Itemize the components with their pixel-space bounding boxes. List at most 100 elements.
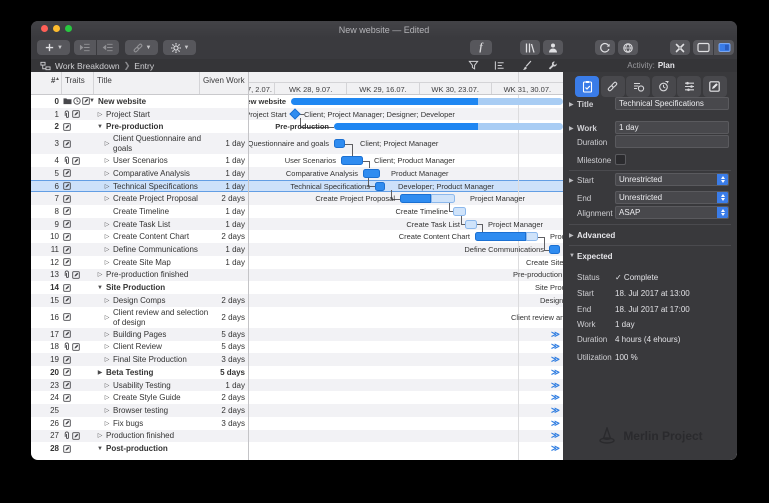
add-activity-button[interactable]: ▼ [37, 40, 70, 55]
task-title[interactable]: Browser testing [113, 404, 168, 417]
table-row[interactable]: 15▷Design Comps2 daysDesign Comps [31, 294, 563, 307]
gantt-row[interactable]: ≫ [248, 404, 563, 417]
gantt-row[interactable]: Client review and selection of design [248, 307, 563, 328]
task-title[interactable]: Design Comps [113, 294, 165, 307]
task-title[interactable]: Pre-production [106, 120, 163, 133]
style-brush-icon[interactable] [521, 60, 532, 71]
disclosure-icon[interactable]: ▶ [569, 232, 574, 239]
duration-input[interactable] [615, 135, 729, 148]
disclosure-icon[interactable]: ▶ [569, 125, 574, 132]
tab-info[interactable] [575, 76, 599, 97]
gantt-row[interactable]: Pre-production [248, 120, 563, 133]
table-row[interactable]: 14▼Site ProductionSite Production [31, 281, 563, 294]
task-title[interactable]: Fix bugs [113, 417, 143, 430]
task-bar-progress[interactable] [341, 156, 363, 165]
breadcrumb-root[interactable]: Work Breakdown [55, 61, 120, 71]
milestone-diamond[interactable] [289, 108, 300, 119]
offscreen-bar-indicator[interactable]: ≫ [551, 391, 559, 404]
table-row[interactable]: 5▷Comparative Analysis1 dayComparative A… [31, 167, 563, 180]
disclosure-triangle[interactable]: ▷ [103, 404, 111, 417]
task-title[interactable]: Production finished [106, 430, 174, 443]
publish-button[interactable] [618, 40, 638, 55]
disclosure-icon[interactable]: ▶ [569, 177, 574, 184]
table-row[interactable]: 25▷Browser testing2 days≫ [31, 404, 563, 417]
task-title[interactable]: Create Content Chart [113, 231, 189, 244]
wrench-icon[interactable] [547, 60, 558, 71]
disclosure-triangle[interactable]: ▷ [103, 294, 111, 307]
table-row[interactable]: 10▷Create Content Chart2 daysCreate Cont… [31, 231, 563, 244]
disclosure-triangle[interactable]: ▼ [96, 281, 104, 294]
disclosure-triangle[interactable]: ▷ [96, 430, 104, 443]
disclosure-triangle[interactable]: ▷ [103, 180, 111, 193]
task-title[interactable]: Beta Testing [106, 366, 153, 379]
offscreen-bar-indicator[interactable]: ≫ [551, 430, 559, 443]
disclosure-triangle[interactable]: ▼ [96, 442, 104, 455]
gantt-row[interactable]: Design Comps [248, 294, 563, 307]
disclosure-triangle[interactable]: ▷ [103, 379, 111, 392]
filter-icon[interactable] [468, 60, 479, 71]
settings-gear-button[interactable]: ▼ [163, 40, 196, 55]
gantt-row[interactable]: Site Production [248, 281, 563, 294]
task-title[interactable]: Create Task List [113, 218, 170, 231]
library-button[interactable] [520, 40, 540, 55]
task-bar-progress[interactable] [400, 194, 431, 203]
gantt-row[interactable]: ≫ [248, 430, 563, 443]
gantt-row[interactable]: Client Questionnaire and goalsClient; Pr… [248, 133, 563, 154]
task-title[interactable]: Create Style Guide [113, 391, 181, 404]
tab-settings[interactable] [677, 76, 701, 97]
disclosure-triangle[interactable]: ▷ [103, 328, 111, 341]
table-row[interactable]: 27▷Production finished≫ [31, 430, 563, 443]
table-row[interactable]: 9▷Create Task List1 dayCreate Task ListP… [31, 218, 563, 231]
gantt-row[interactable]: ≫ [248, 379, 563, 392]
gantt-row[interactable]: Define Communications [248, 243, 563, 256]
table-row[interactable]: 16▷Client review and selection of design… [31, 307, 563, 328]
task-bar-remaining[interactable] [431, 194, 455, 203]
section-expected[interactable]: ▼ Expected [563, 249, 737, 263]
disclosure-triangle[interactable]: ▷ [103, 154, 111, 167]
table-row[interactable]: 1▷Project StartProject StartClient; Proj… [31, 108, 563, 121]
disclosure-triangle[interactable]: ▷ [103, 307, 111, 328]
summary-bar-progress[interactable] [334, 123, 478, 130]
gantt-row[interactable]: ≫ [248, 442, 563, 455]
gantt-row[interactable]: ≫ [248, 341, 563, 354]
table-row[interactable]: 19▷Final Site Production3 days≫ [31, 353, 563, 366]
work-input[interactable]: 1 day [615, 121, 729, 134]
table-row[interactable]: 4▷User Scenarios1 dayUser ScenariosClien… [31, 154, 563, 167]
gantt-row[interactable]: Create Timeline [248, 205, 563, 218]
task-bar-remaining[interactable] [526, 232, 538, 241]
gantt-row[interactable]: Create Site Map [248, 256, 563, 269]
disclosure-triangle[interactable]: ▼ [96, 120, 104, 133]
task-title[interactable]: Building Pages [113, 328, 166, 341]
disclosure-triangle[interactable]: ▷ [103, 218, 111, 231]
task-title[interactable]: Create Timeline [113, 205, 169, 218]
disclosure-triangle[interactable]: ▷ [103, 353, 111, 366]
gantt-row[interactable]: Technical SpecificationsDeveloper; Produ… [248, 180, 563, 193]
offscreen-bar-indicator[interactable]: ≫ [551, 328, 559, 341]
task-title[interactable]: Project Start [106, 108, 150, 121]
disclosure-triangle[interactable]: ▷ [96, 269, 104, 282]
task-title[interactable]: Site Production [106, 281, 165, 294]
offscreen-bar-indicator[interactable]: ≫ [551, 366, 559, 379]
disclosure-icon[interactable]: ▼ [569, 253, 575, 259]
task-title[interactable]: Technical Specifications [113, 180, 198, 193]
task-title[interactable]: Usability Testing [113, 379, 171, 392]
table-row[interactable]: 17▷Building Pages5 days≫ [31, 328, 563, 341]
disclosure-triangle[interactable]: ▷ [103, 391, 111, 404]
section-advanced[interactable]: ▶ Advanced [563, 228, 737, 242]
disclosure-triangle[interactable]: ▷ [103, 256, 111, 269]
milestone-checkbox[interactable] [615, 154, 626, 165]
task-title[interactable]: Create Site Map [113, 256, 171, 269]
task-title[interactable]: User Scenarios [113, 154, 168, 167]
summary-bar-progress[interactable] [291, 98, 478, 105]
offscreen-bar-indicator[interactable]: ≫ [551, 417, 559, 430]
alignment-dropdown[interactable]: ASAP [615, 206, 729, 219]
task-bar-progress[interactable] [475, 232, 526, 241]
table-row[interactable]: 0▼New websiteNew website [31, 95, 563, 108]
summary-bar-remaining[interactable] [478, 123, 563, 130]
tools-button[interactable] [670, 40, 690, 55]
gantt-row[interactable]: Create Project ProposalProject Manager [248, 192, 563, 205]
table-row[interactable]: 28▼Post-production≫ [31, 442, 563, 455]
disclosure-triangle[interactable]: ▷ [103, 133, 111, 154]
titlebar[interactable]: New website — Edited [31, 21, 737, 38]
table-row[interactable]: 12▷Create Site Map1 dayCreate Site Map [31, 256, 563, 269]
